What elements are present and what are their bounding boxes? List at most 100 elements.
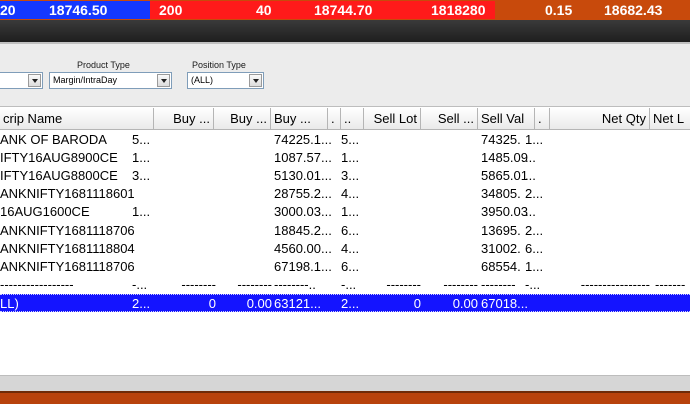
- ticker-value: 40: [256, 2, 272, 18]
- table-cell: 28755.2...: [274, 186, 332, 202]
- table-cell: 13695.: [481, 222, 521, 238]
- table-cell: 16AUG1600CE: [0, 204, 90, 220]
- table-cell: [550, 149, 650, 167]
- table-cell: [154, 185, 216, 203]
- column-header-sell-lot[interactable]: Sell Lot: [364, 108, 421, 129]
- table-row[interactable]: ANKNIFTY1681118601 28755.2... 4... 34805. 2.…: [0, 185, 690, 203]
- table-cell: [550, 185, 650, 203]
- table-cell: [550, 258, 650, 276]
- ticker-value: 1818280: [431, 2, 486, 18]
- table-cell: --------..: [274, 276, 316, 292]
- column-header-buy-val[interactable]: Buy ...: [271, 108, 328, 129]
- table-cell: 0: [208, 295, 216, 311]
- product-type-select[interactable]: Margin/IntraDay: [49, 72, 172, 89]
- table-row[interactable]: ANKNIFTY1681118706 18845.2... 6... 13695. 2.…: [0, 222, 690, 240]
- column-header-net-lot[interactable]: Net L: [650, 108, 690, 129]
- status-area: [0, 375, 690, 391]
- table-cell: [214, 240, 272, 258]
- table-row[interactable]: ANKNIFTY1681118804 4560.00... 4... 31002. 6.…: [0, 240, 690, 258]
- ticker-value: 18746.50: [49, 2, 108, 18]
- table-cell: 31002.: [481, 240, 521, 256]
- table-cell: 67018...: [481, 295, 528, 311]
- table-cell: [550, 240, 650, 258]
- table-row[interactable]: ANKNIFTY1681118706 67198.1... 6... 68554. 1.…: [0, 258, 690, 276]
- chevron-down-icon[interactable]: [28, 74, 41, 87]
- table-cell: LL): [0, 295, 19, 311]
- table-cell: [421, 149, 478, 167]
- table-cell: 74325.: [481, 132, 521, 147]
- table-cell: ANKNIFTY1681118706: [0, 222, 135, 238]
- column-header-narrow[interactable]: .: [535, 108, 550, 129]
- ticker-value: 18682.43: [604, 2, 663, 18]
- bottom-bar: [0, 391, 690, 404]
- table-cell: [421, 185, 478, 203]
- table-cell: [550, 295, 650, 313]
- table-row[interactable]: ANK OF BARODA 5... 74225.1... 5... 74325. 1..…: [0, 131, 690, 149]
- table-cell: 34805.: [481, 186, 521, 202]
- table-cell: [364, 222, 421, 240]
- table-cell: [364, 258, 421, 276]
- table-cell: [154, 149, 216, 167]
- column-header-sell-val[interactable]: Sell Val: [478, 108, 535, 129]
- table-cell: [214, 149, 272, 167]
- table-cell: --------: [181, 276, 216, 292]
- table-cell: --------: [237, 276, 272, 292]
- market-ticker: 20 18746.50 200 40 18744.70 1818280 0.15…: [0, 0, 690, 20]
- table-cell: [364, 240, 421, 258]
- table-cell: IFTY16AUG8900CE: [0, 150, 118, 166]
- table-cell: 1087.57...: [274, 150, 332, 166]
- position-type-label: Position Type: [192, 60, 246, 70]
- filter-panel: Product Type Margin/IntraDay Position Ty…: [0, 44, 690, 107]
- table-cell: --------: [443, 276, 478, 292]
- table-cell: 1485.09: [481, 150, 528, 166]
- table-row[interactable]: IFTY16AUG8800CE 3... 5130.01... 3... 5865.01…: [0, 167, 690, 185]
- table-cell: [154, 167, 216, 185]
- table-row[interactable]: IFTY16AUG8900CE 1... 1087.57... 1... 1485.09…: [0, 149, 690, 167]
- table-cell: [550, 167, 650, 185]
- column-header-scrip-name[interactable]: crip Name: [0, 108, 154, 129]
- table-cell: ANKNIFTY1681118804: [0, 240, 135, 256]
- table-cell: 0.00: [246, 295, 272, 311]
- separator-row[interactable]: ----------------- -... -------- -------- ---…: [0, 276, 690, 294]
- chevron-down-icon[interactable]: [157, 74, 170, 87]
- position-type-select[interactable]: (ALL): [187, 72, 264, 89]
- table-cell: 63121...: [274, 295, 321, 311]
- table-cell: ANK OF BARODA: [0, 132, 107, 147]
- table-cell: [421, 167, 478, 185]
- table-cell: 74225.1...: [274, 132, 332, 147]
- table-cell: [154, 203, 216, 221]
- table-cell: [154, 222, 216, 240]
- table-cell: [364, 131, 421, 149]
- column-header-buy-qty[interactable]: Buy ...: [214, 108, 271, 129]
- column-header-sell-qty[interactable]: Sell ...: [421, 108, 478, 129]
- table-cell: 5865.01: [481, 168, 528, 184]
- table-cell: [364, 149, 421, 167]
- column-header-narrow[interactable]: .: [328, 108, 341, 129]
- table-cell: [364, 185, 421, 203]
- table-row[interactable]: 16AUG1600CE 1... 3000.03... 1... 3950.03...: [0, 203, 690, 221]
- table-cell: --------: [481, 276, 516, 292]
- table-cell: 0.00: [452, 295, 478, 311]
- table-cell: ANKNIFTY1681118601: [0, 186, 135, 202]
- total-row[interactable]: LL) 2... 0 0.00 63121... 2... 0 0.00 67018...: [0, 293, 690, 313]
- exchange-select[interactable]: [0, 72, 43, 89]
- column-header-narrow[interactable]: ..: [341, 108, 364, 129]
- table-cell: 5130.01...: [274, 168, 332, 184]
- table-cell: ----------------: [580, 276, 650, 292]
- table-cell: [550, 203, 650, 221]
- positions-grid: crip Name Buy ... Buy ... Buy ... . .. S…: [0, 107, 690, 375]
- ticker-value: 20: [0, 2, 16, 18]
- grid-header: crip Name Buy ... Buy ... Buy ... . .. S…: [0, 108, 690, 130]
- table-cell: -----------------: [0, 276, 74, 292]
- chevron-down-icon[interactable]: [249, 74, 262, 87]
- table-cell: [214, 203, 272, 221]
- toolbar-strip: [0, 20, 690, 44]
- column-header-net-qty[interactable]: Net Qty: [550, 108, 650, 129]
- table-cell: 3950.03: [481, 204, 528, 220]
- table-cell: 4560.00...: [274, 240, 332, 256]
- column-header-buy-lot[interactable]: Buy ...: [154, 108, 214, 129]
- table-cell: [421, 131, 478, 149]
- ticker-value: 18744.70: [314, 2, 373, 18]
- ticker-value: 200: [159, 2, 183, 18]
- table-cell: 68554.: [481, 258, 521, 274]
